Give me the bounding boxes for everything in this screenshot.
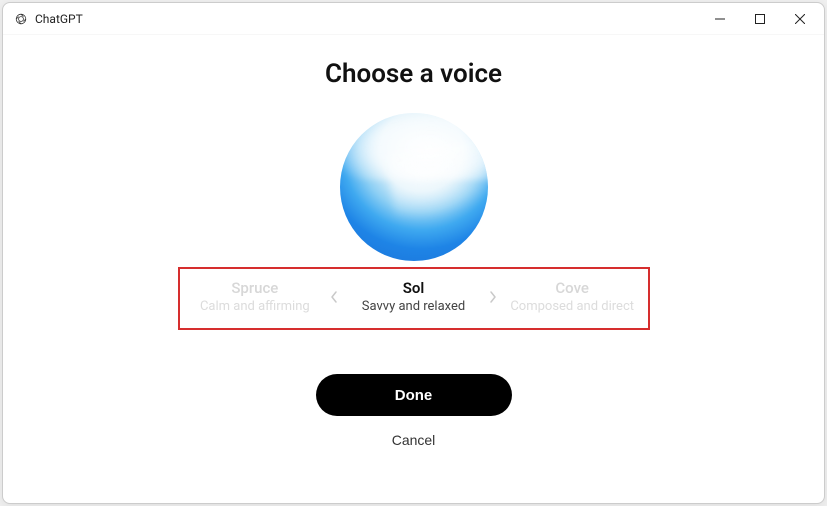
maximize-button[interactable] <box>740 4 780 34</box>
minimize-button[interactable] <box>700 4 740 34</box>
chevron-right-icon[interactable] <box>481 290 505 304</box>
app-window: ChatGPT Choose a voice Spruce Calm and a… <box>2 2 825 504</box>
voice-option-spruce[interactable]: Spruce Calm and affirming <box>188 279 323 314</box>
window-title: ChatGPT <box>35 12 83 26</box>
chevron-left-icon[interactable] <box>322 290 346 304</box>
voice-visualizer <box>340 113 488 261</box>
voice-carousel-highlight: Spruce Calm and affirming Sol Savvy and … <box>178 267 650 330</box>
done-button[interactable]: Done <box>316 374 512 416</box>
app-icon <box>13 11 29 27</box>
page-title: Choose a voice <box>325 59 502 89</box>
voice-option-sol[interactable]: Sol Savvy and relaxed <box>346 279 481 314</box>
voice-name: Spruce <box>188 279 323 297</box>
close-button[interactable] <box>780 4 820 34</box>
voice-desc: Composed and direct <box>505 299 640 314</box>
voice-option-cove[interactable]: Cove Composed and direct <box>505 279 640 314</box>
voice-desc: Savvy and relaxed <box>346 299 481 314</box>
title-bar: ChatGPT <box>3 3 824 35</box>
voice-carousel: Spruce Calm and affirming Sol Savvy and … <box>188 279 640 314</box>
voice-name: Sol <box>346 279 481 297</box>
content-area: Choose a voice Spruce Calm and affirming… <box>3 35 824 503</box>
voice-name: Cove <box>505 279 640 297</box>
cancel-button[interactable]: Cancel <box>392 432 436 448</box>
voice-desc: Calm and affirming <box>188 299 323 314</box>
